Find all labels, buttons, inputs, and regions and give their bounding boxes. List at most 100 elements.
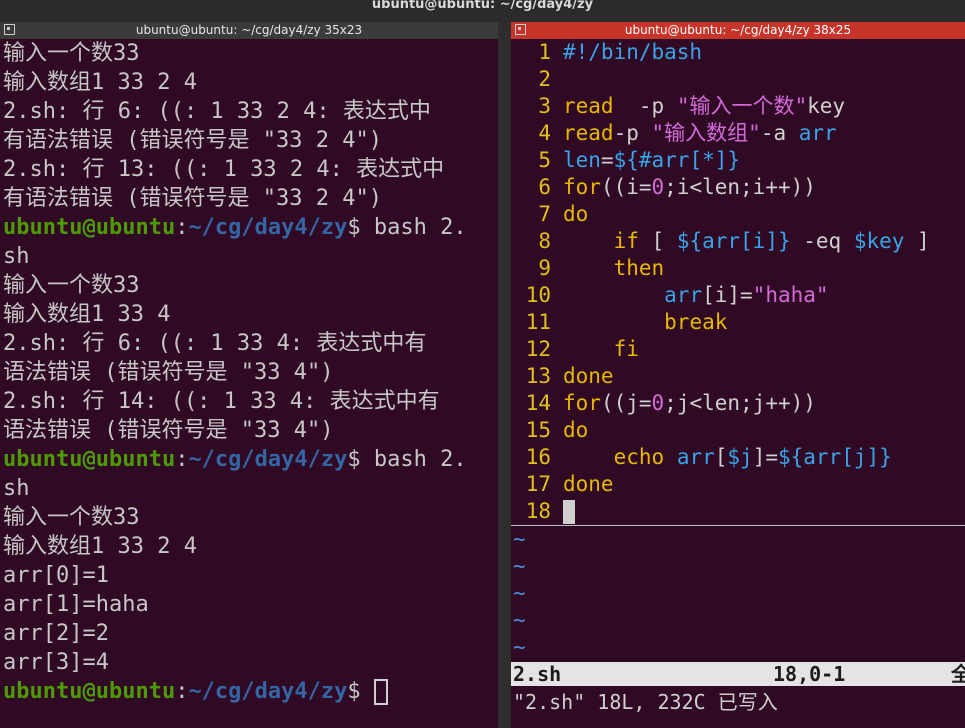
prompt-dollar: $ — [347, 447, 361, 472]
line-number: 10 — [525, 283, 551, 307]
line-number: 1 — [538, 40, 551, 64]
code-line[interactable]: 9 then — [511, 255, 965, 282]
prompt-user-host: ubuntu@ubuntu — [3, 447, 176, 472]
code-token: read — [563, 94, 614, 118]
terminal-output-line: sh — [3, 476, 30, 501]
line-number: 6 — [538, 175, 551, 199]
prompt-user-host: ubuntu@ubuntu — [3, 215, 176, 240]
terminal-output-line: arr[2]=2 — [3, 621, 109, 646]
line-number: 7 — [538, 202, 551, 226]
code-token: done — [563, 472, 614, 496]
terminal-output-line: arr[0]=1 — [3, 563, 109, 588]
shell-prompt-line: ubuntu@ubuntu:~/cg/day4/zy$ bash 2. — [3, 213, 498, 242]
terminal-left-title: ubuntu@ubuntu: ~/cg/day4/zy 35x23 — [135, 23, 363, 37]
code-line[interactable]: 17 done — [511, 471, 965, 498]
code-line[interactable]: 14 for((j=0;j<len;j++)) — [511, 390, 965, 417]
code-token: -p — [638, 94, 677, 118]
line-number: 9 — [538, 256, 551, 280]
code-token: $j — [727, 445, 753, 469]
terminal-window-icon — [515, 24, 526, 35]
code-token: ;j<len;j++)) — [664, 391, 816, 415]
terminal-output-line: 输入一个数33 — [3, 273, 140, 298]
pane-divider[interactable] — [498, 22, 511, 728]
code-token: ]= — [752, 445, 778, 469]
code-line[interactable]: 1 #!/bin/bash — [511, 39, 965, 66]
code-token: do — [563, 418, 589, 442]
code-line[interactable]: 6 for((i=0;i<len;i++)) — [511, 174, 965, 201]
terminal-right-title: ubuntu@ubuntu: ~/cg/day4/zy 38x25 — [624, 23, 852, 37]
code-line[interactable]: 4 read-p "输入数组"-a arr — [511, 120, 965, 147]
line-number: 4 — [538, 121, 551, 145]
terminal-cursor[interactable] — [373, 679, 388, 705]
code-token: read — [563, 121, 614, 145]
terminal-output-line: 语法错误 (错误符号是 "33 4") — [3, 418, 334, 443]
line-number: 2 — [538, 67, 551, 91]
line-number: 12 — [525, 337, 551, 361]
code-token: arr — [664, 283, 703, 307]
empty-line-tilde: ~ — [513, 554, 526, 578]
code-line[interactable]: 15 do — [511, 417, 965, 444]
terminal-output-line: arr[1]=haha — [3, 592, 149, 617]
prompt-command — [361, 679, 374, 704]
prompt-dollar: $ — [347, 215, 361, 240]
terminal-output-line: 2.sh: 行 6: ((: 1 33 2 4: 表达式中 — [3, 99, 431, 124]
code-token: -eq — [790, 229, 854, 253]
code-line[interactable]: 7 do — [511, 201, 965, 228]
code-token: ${arr[j]} — [778, 445, 892, 469]
empty-line-tilde: ~ — [513, 608, 526, 632]
code-token: 0 — [651, 175, 665, 199]
vim-message-line: "2.sh" 18L, 232C 已写入 — [513, 690, 778, 714]
window-title: ubuntu@ubuntu: ~/cg/day4/zy — [371, 0, 594, 12]
code-line[interactable]: 10 arr[i]="haha" — [511, 282, 965, 309]
prompt-path: ~/cg/day4/zy — [188, 215, 348, 240]
terminal-output-line: 有语法错误 (错误符号是 "33 2 4") — [3, 128, 382, 153]
terminal-left-titlebar[interactable]: ubuntu@ubuntu: ~/cg/day4/zy 35x23 — [0, 22, 498, 39]
prompt-colon: : — [175, 447, 189, 472]
terminal-output-line: 2.sh: 行 14: ((: 1 33 4: 表达式中有 — [3, 389, 440, 414]
line-number: 11 — [525, 310, 551, 334]
code-line[interactable]: 2 — [511, 66, 965, 93]
line-number: 8 — [538, 229, 551, 253]
code-line[interactable]: 11 break — [511, 309, 965, 336]
code-line[interactable]: 8 if [ ${arr[i]} -eq $key ] — [511, 228, 965, 255]
prompt-user-host: ubuntu@ubuntu — [3, 679, 176, 704]
line-number: 17 — [525, 472, 551, 496]
code-line[interactable]: 12 fi — [511, 336, 965, 363]
line-number: 18 — [525, 499, 551, 523]
code-token: arr — [676, 445, 715, 469]
code-token: do — [563, 202, 589, 226]
line-number: 5 — [538, 148, 551, 172]
terminal-window-icon — [4, 24, 15, 35]
code-line[interactable]: 5 len=${#arr[*]} — [511, 147, 965, 174]
code-token: fi — [613, 337, 639, 361]
vim-cursor[interactable] — [563, 500, 575, 524]
prompt-colon: : — [175, 215, 189, 240]
line-number: 15 — [525, 418, 551, 442]
code-token: arr — [798, 121, 837, 145]
vim-editor[interactable]: 1 #!/bin/bash 2 3 read -p "输入一个数"key 4 read-p … — [511, 39, 965, 661]
terminal-right[interactable]: ubuntu@ubuntu: ~/cg/day4/zy 38x25 1 #!/bi… — [511, 22, 965, 728]
terminal-left[interactable]: ubuntu@ubuntu: ~/cg/day4/zy 35x23 输入一个数3… — [0, 22, 498, 728]
empty-line-tilde: ~ — [513, 635, 526, 659]
vim-status-line: 2.sh 18,0-1 全 — [511, 662, 965, 686]
prompt-colon: : — [175, 679, 189, 704]
code-token: $key — [853, 229, 905, 253]
prompt-command: bash 2. — [360, 447, 467, 472]
code-token: ((j= — [600, 391, 652, 415]
terminal-right-titlebar[interactable]: ubuntu@ubuntu: ~/cg/day4/zy 38x25 — [511, 22, 965, 39]
terminal-output-line: 语法错误 (错误符号是 "33 4") — [3, 360, 334, 385]
code-line[interactable]: 18 — [511, 498, 965, 526]
code-token: ] — [904, 229, 930, 253]
code-token: [ — [714, 445, 728, 469]
code-line[interactable]: 13 done — [511, 363, 965, 390]
code-token: break — [664, 310, 728, 334]
terminal-left-output[interactable]: 输入一个数33 输入数组1 33 2 4 2.sh: 行 6: ((: 1 33 2… — [0, 39, 498, 706]
code-line[interactable]: 3 read -p "输入一个数"key — [511, 93, 965, 120]
code-token: len — [563, 148, 601, 172]
code-line[interactable]: 16 echo arr[$j]=${arr[j]} — [511, 444, 965, 471]
